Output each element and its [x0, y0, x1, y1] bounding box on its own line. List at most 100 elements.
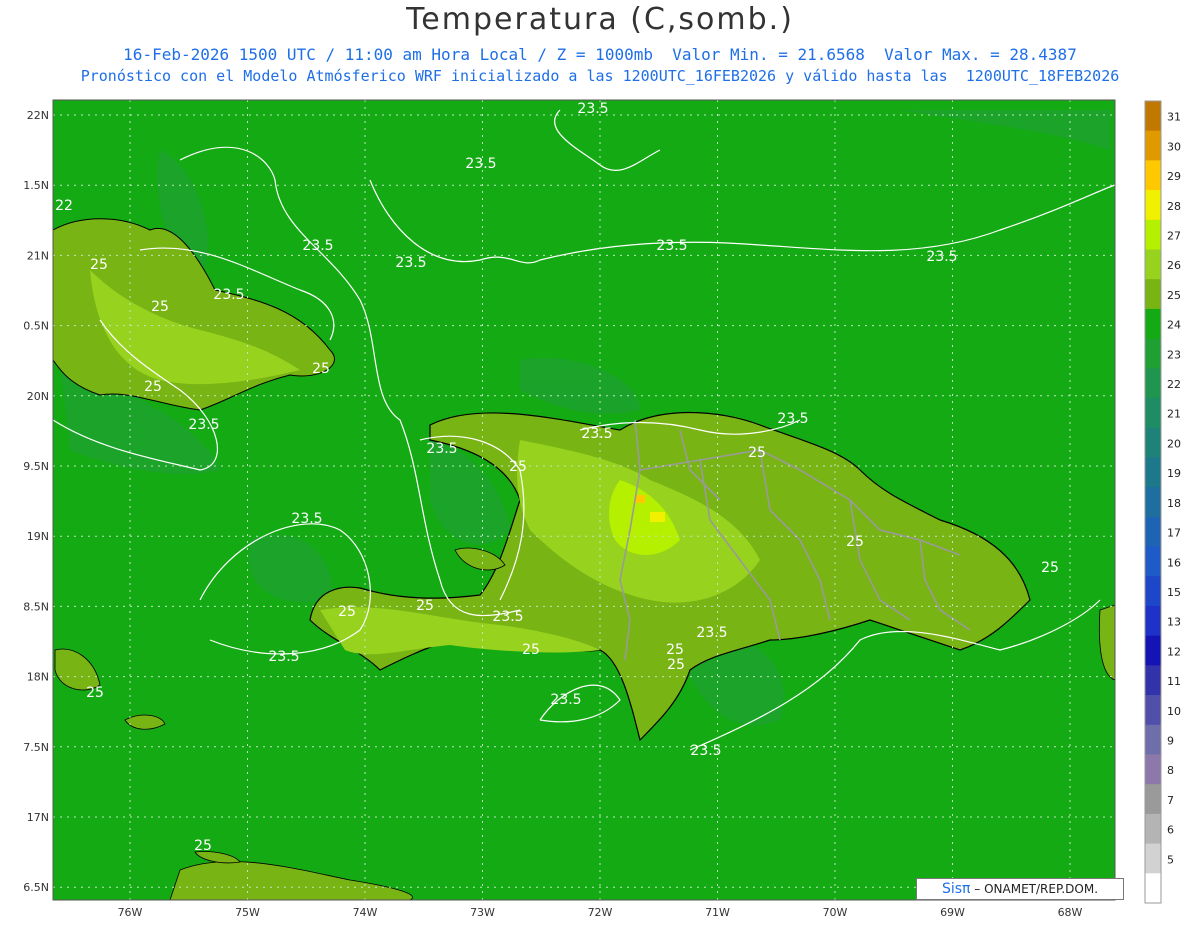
colorbar-swatch — [1145, 308, 1161, 340]
colorbar-swatch — [1145, 160, 1161, 191]
colorbar-swatch — [1145, 724, 1161, 755]
contour-label: 23.5 — [690, 743, 721, 759]
longitude-labels: 76W 75W 74W 73W 72W 71W 70W 69W 68W — [118, 906, 1083, 919]
contour-label: 23.5 — [696, 625, 727, 641]
colorbar-swatch — [1145, 873, 1161, 904]
contour-label: 25 — [416, 598, 434, 614]
contour-label: 23.5 — [426, 441, 457, 457]
lon-label: 73W — [470, 906, 495, 919]
colorbar-tick: 6 — [1167, 824, 1174, 837]
colorbar-tick: 9 — [1167, 734, 1174, 747]
contour-label: 25 — [667, 657, 685, 673]
lon-label: 68W — [1058, 906, 1083, 919]
contour-label: 23.5 — [656, 238, 687, 254]
lon-label: 76W — [118, 906, 143, 919]
contour-label: 25 — [522, 642, 540, 658]
colorbar-tick: 24 — [1167, 319, 1181, 332]
colorbar-swatch — [1145, 368, 1161, 399]
colorbar-tick: 19 — [1167, 467, 1181, 480]
contour-label: 25 — [144, 379, 162, 395]
colorbar-swatch — [1145, 813, 1161, 845]
colorbar-swatch — [1145, 101, 1161, 132]
contour-label: 25 — [748, 445, 766, 461]
contour-label: 23.5 — [188, 417, 219, 433]
contour-label: 25 — [666, 642, 684, 658]
lon-label: 70W — [823, 906, 848, 919]
lat-label: 7.5N — [23, 741, 49, 754]
colorbar-swatch — [1145, 754, 1161, 785]
latitude-labels: 22N 1.5N 21N 0.5N 20N 9.5N 19N 8.5N 18N 7.5N 17N 6.… — [23, 109, 49, 894]
contour-label: 23.5 — [577, 101, 608, 117]
lat-label: 18N — [27, 671, 49, 684]
lat-label: 21N — [27, 249, 49, 262]
contour-label: 23.5 — [777, 411, 808, 427]
colorbar-swatch — [1145, 457, 1161, 488]
contour-label: 25 — [312, 361, 330, 377]
lat-label: 20N — [27, 390, 49, 403]
contour-label: 25 — [338, 604, 356, 620]
colorbar-tick: 18 — [1167, 497, 1181, 510]
lon-label: 71W — [705, 906, 730, 919]
contour-label: 25 — [194, 838, 212, 854]
colorbar-swatch — [1145, 190, 1161, 221]
contour-label: 23.5 — [291, 511, 322, 527]
colorbar-tick: 27 — [1167, 230, 1181, 243]
colorbar-tick: 22 — [1167, 378, 1181, 391]
colorbar-tick: 12 — [1167, 645, 1181, 658]
colorbar-swatch — [1145, 338, 1161, 369]
contour-label: 23.5 — [550, 692, 581, 708]
colorbar-tick: 17 — [1167, 527, 1181, 540]
lat-label: 8.5N — [23, 600, 49, 613]
lat-label: 1.5N — [23, 179, 49, 192]
lon-label: 69W — [940, 906, 965, 919]
contour-label: 25 — [86, 685, 104, 701]
colorbar-tick: 31 — [1167, 111, 1181, 124]
lat-label: 22N — [27, 109, 49, 122]
contour-label: 23.5 — [268, 649, 299, 665]
contour-label: 23.5 — [581, 426, 612, 442]
colorbar-swatch — [1145, 487, 1161, 518]
lat-label: 9.5N — [23, 460, 49, 473]
lat-label: 19N — [27, 530, 49, 543]
contour-label: 25 — [1041, 560, 1059, 576]
lat-label: 17N — [27, 811, 49, 824]
contour-label: 23.5 — [492, 609, 523, 625]
colorbar-swatch — [1145, 576, 1161, 607]
colorbar: 31 30 29 28 27 26 25 24 23 22 21 20 19 18 17 16 15 13 12 11… — [1144, 100, 1181, 904]
contour-label: 23.5 — [465, 156, 496, 172]
contour-label: 23.5 — [395, 255, 426, 271]
credit-box: Sisπ – ONAMET/REP.DOM. — [916, 878, 1124, 900]
contour-label: 25 — [151, 299, 169, 315]
contour-label: 25 — [509, 459, 527, 475]
colorbar-tick: 7 — [1167, 794, 1174, 807]
colorbar-tick: 30 — [1167, 140, 1181, 153]
colorbar-tick: 23 — [1167, 348, 1181, 361]
colorbar-tick: 8 — [1167, 764, 1174, 777]
credit-text: – ONAMET/REP.DOM. — [970, 882, 1099, 896]
colorbar-swatch — [1145, 249, 1161, 280]
contour-label: 23.5 — [926, 249, 957, 265]
colorbar-tick: 10 — [1167, 705, 1181, 718]
lon-label: 74W — [353, 906, 378, 919]
colorbar-swatch — [1145, 605, 1161, 637]
colorbar-swatch — [1145, 665, 1161, 696]
colorbar-swatch — [1145, 219, 1161, 251]
colorbar-tick: 20 — [1167, 437, 1181, 450]
sispi-logo: Sisπ — [941, 881, 971, 897]
colorbar-swatch — [1145, 130, 1161, 161]
lat-label: 0.5N — [23, 320, 49, 333]
colorbar-swatch — [1145, 695, 1161, 726]
colorbar-tick: 15 — [1167, 586, 1181, 599]
contour-label: 25 — [846, 534, 864, 550]
colorbar-swatch — [1145, 516, 1161, 548]
colorbar-tick: 21 — [1167, 408, 1181, 421]
colorbar-swatch — [1145, 398, 1161, 429]
colorbar-swatch — [1145, 427, 1161, 458]
colorbar-swatch — [1145, 784, 1161, 815]
colorbar-swatch — [1145, 635, 1161, 666]
contour-label: 22 — [55, 198, 73, 214]
colorbar-tick: 26 — [1167, 259, 1181, 272]
colorbar-tick: 28 — [1167, 200, 1181, 213]
colorbar-swatch — [1145, 843, 1161, 874]
colorbar-tick: 29 — [1167, 170, 1181, 183]
